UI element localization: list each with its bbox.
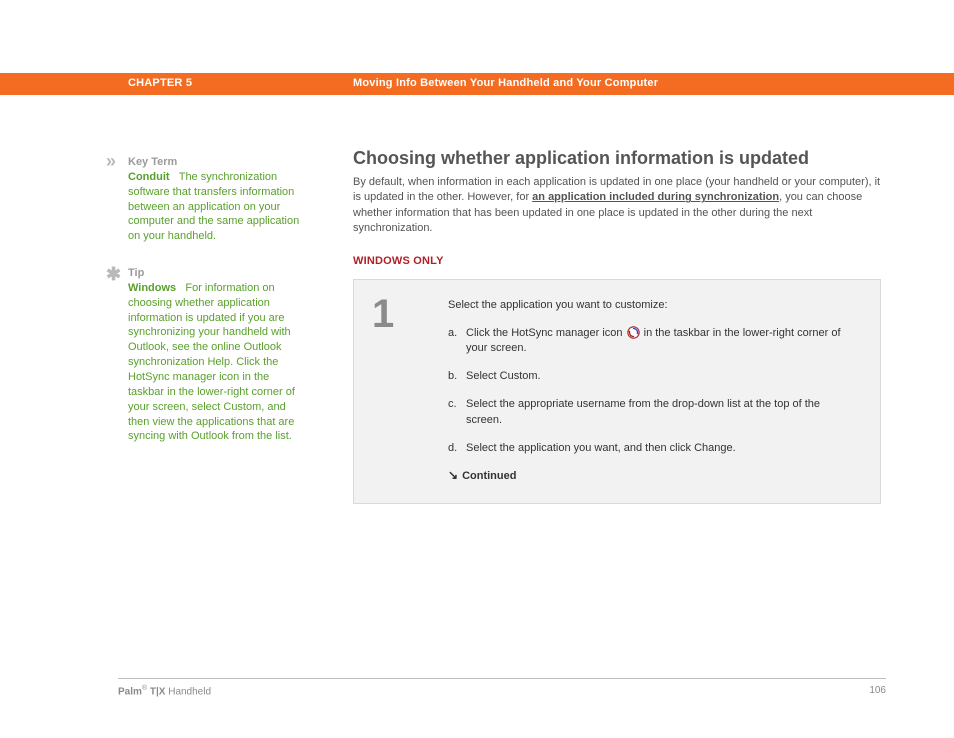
sidebar: » Key Term Conduit The synchronization s… bbox=[128, 155, 308, 466]
tip-text: For information on choosing whether appl… bbox=[128, 282, 295, 442]
main-content: Choosing whether application information… bbox=[353, 148, 883, 504]
step-b-text: Select Custom. bbox=[466, 369, 850, 385]
key-term-marker-icon: » bbox=[106, 149, 114, 173]
step-a-letter: a. bbox=[448, 326, 466, 358]
platform-label: WINDOWS ONLY bbox=[353, 255, 883, 267]
step-a: a. Click the HotSync manager icon in the… bbox=[448, 326, 850, 358]
step-b-letter: b. bbox=[448, 369, 466, 385]
step-number: 1 bbox=[354, 280, 448, 504]
continued-indicator: ↘ Continued bbox=[448, 469, 850, 485]
step-c-letter: c. bbox=[448, 397, 466, 429]
step-d: d. Select the application you want, and … bbox=[448, 441, 850, 457]
step-d-text: Select the application you want, and the… bbox=[466, 441, 850, 457]
continued-arrow-icon: ↘ bbox=[448, 469, 458, 481]
step-a-pre: Click the HotSync manager icon bbox=[466, 327, 626, 339]
step-b: b. Select Custom. bbox=[448, 369, 850, 385]
section-heading: Choosing whether application information… bbox=[353, 148, 883, 169]
chapter-label: CHAPTER 5 bbox=[128, 77, 192, 89]
intro-link[interactable]: an application included during synchroni… bbox=[532, 191, 779, 203]
step-lead: Select the application you want to custo… bbox=[448, 298, 850, 314]
chapter-banner: CHAPTER 5 Moving Info Between Your Handh… bbox=[0, 73, 954, 95]
step-a-text: Click the HotSync manager icon in the ta… bbox=[466, 326, 850, 358]
chapter-title: Moving Info Between Your Handheld and Yo… bbox=[353, 77, 658, 89]
tip-label: Windows bbox=[128, 282, 176, 294]
page-footer: Palm® T|X Handheld 106 bbox=[118, 678, 886, 697]
footer-brand-strong: Palm bbox=[118, 686, 142, 697]
footer-brand: Palm® T|X Handheld bbox=[118, 685, 211, 697]
page: CHAPTER 5 Moving Info Between Your Handh… bbox=[0, 0, 954, 738]
page-number: 106 bbox=[869, 685, 886, 697]
step-c: c. Select the appropriate username from … bbox=[448, 397, 850, 429]
tip-marker-icon: ✱ bbox=[106, 262, 121, 286]
tip-heading: Tip bbox=[128, 267, 144, 279]
step-c-text: Select the appropriate username from the… bbox=[466, 397, 850, 429]
tip-block: ✱ Tip Windows For information on choosin… bbox=[128, 266, 308, 444]
key-term-label: Conduit bbox=[128, 171, 170, 183]
step-box: 1 Select the application you want to cus… bbox=[353, 279, 881, 505]
key-term-block: » Key Term Conduit The synchronization s… bbox=[128, 155, 308, 244]
continued-label: Continued bbox=[462, 470, 516, 482]
footer-model: T|X bbox=[147, 686, 165, 697]
key-term-heading: Key Term bbox=[128, 156, 177, 168]
step-d-letter: d. bbox=[448, 441, 466, 457]
step-body: Select the application you want to custo… bbox=[448, 280, 880, 504]
hotsync-icon bbox=[627, 326, 640, 339]
intro-paragraph: By default, when information in each app… bbox=[353, 175, 883, 237]
footer-tail: Handheld bbox=[165, 686, 211, 697]
